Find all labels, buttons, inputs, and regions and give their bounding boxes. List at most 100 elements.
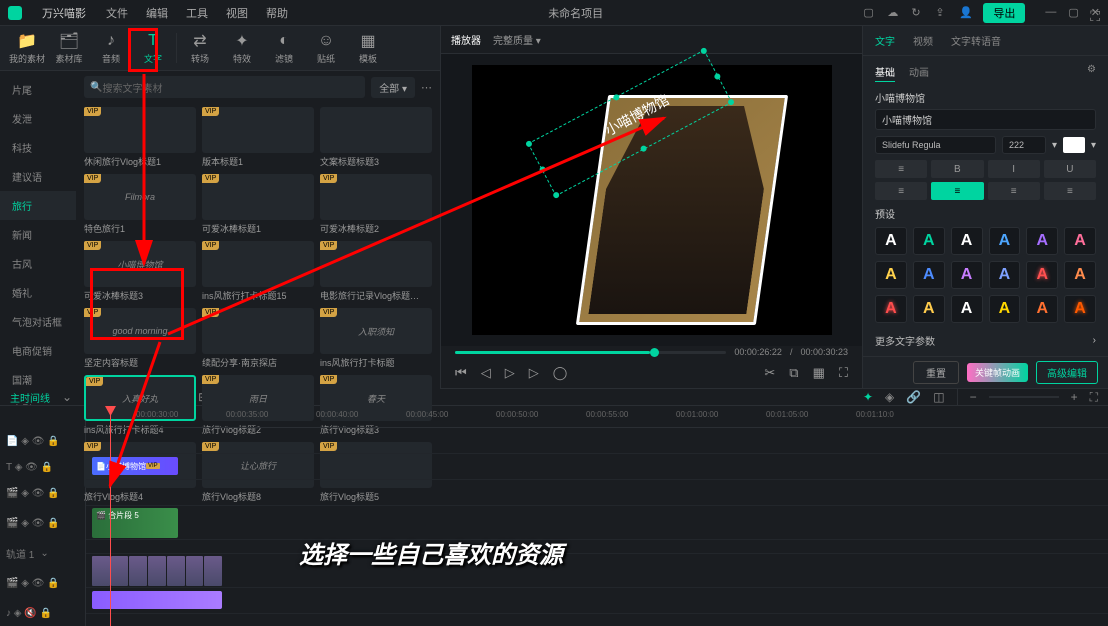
- menu-tools[interactable]: 工具: [186, 5, 208, 21]
- text-preset[interactable]: A: [913, 227, 945, 255]
- timeline-mode[interactable]: 主时间线: [10, 390, 50, 405]
- text-preset[interactable]: A: [951, 295, 983, 323]
- category-item[interactable]: 气泡对话框: [0, 307, 76, 336]
- category-item[interactable]: 新闻: [0, 220, 76, 249]
- text-preset[interactable]: A: [875, 227, 907, 255]
- font-size-select[interactable]: 222: [1002, 136, 1046, 154]
- category-item[interactable]: 片尾: [0, 75, 76, 104]
- text-preset[interactable]: A: [1026, 227, 1058, 255]
- history-icon[interactable]: ↻: [911, 6, 925, 20]
- audio-clip[interactable]: [92, 591, 222, 609]
- chevron-down-icon[interactable]: ⌄: [62, 390, 72, 404]
- time-ruler[interactable]: 00:00:30:0000:00:35:0000:00:40:0000:00:4…: [86, 406, 1108, 428]
- category-item[interactable]: 婚礼: [0, 278, 76, 307]
- category-item[interactable]: 科技: [0, 133, 76, 162]
- asset-item[interactable]: VIP可爱冰棒标题1: [202, 174, 314, 235]
- track-header-main[interactable]: 🎬 ◈ 👁 🔒: [0, 566, 85, 600]
- asset-item[interactable]: VIP入职须知ins风旅行打卡标题: [320, 308, 432, 369]
- menu-help[interactable]: 帮助: [266, 5, 288, 21]
- maximize-icon[interactable]: ▢: [1068, 6, 1078, 19]
- keyframe-animation-button[interactable]: 关键帧动画: [967, 363, 1028, 382]
- preview-canvas[interactable]: 小喵博物馆: [441, 54, 862, 346]
- asset-item[interactable]: 文案标题标题3: [320, 107, 432, 168]
- minimize-icon[interactable]: —: [1045, 6, 1056, 19]
- menu-view[interactable]: 视图: [226, 5, 248, 21]
- track-header-text2[interactable]: T ◈ 👁 🔒: [0, 454, 85, 480]
- inspector-tab-video[interactable]: 视频: [913, 33, 933, 48]
- track-header-video[interactable]: 🎬 ◈ 👁 🔒: [0, 506, 85, 540]
- asset-item[interactable]: VIP小喵博物馆可爱冰棒标题3: [84, 241, 196, 302]
- cloud-icon[interactable]: ☁: [887, 6, 901, 20]
- bold-button[interactable]: B: [931, 160, 983, 178]
- track-row[interactable]: [86, 540, 1108, 554]
- preview-tab-player[interactable]: 播放器: [451, 32, 481, 47]
- more-params-label[interactable]: 更多文字参数: [875, 333, 935, 348]
- asset-item[interactable]: VIP可爱冰棒标题2: [320, 174, 432, 235]
- progress-bar[interactable]: [455, 351, 726, 354]
- preview-quality-dropdown[interactable]: 完整质量 ▾: [493, 32, 541, 47]
- asset-item[interactable]: VIP休闲旅行Vlog标题1: [84, 107, 196, 168]
- font-family-select[interactable]: Slidefu Regula: [875, 136, 996, 154]
- tool-transition[interactable]: ⇄转场: [179, 26, 221, 70]
- asset-item[interactable]: VIP续配分享·南京探店: [202, 308, 314, 369]
- play-icon[interactable]: ▷: [505, 365, 515, 381]
- track-header-video2[interactable]: 🎬 ◈ 👁 🔒: [0, 480, 85, 506]
- text-preset[interactable]: A: [875, 295, 907, 323]
- menu-edit[interactable]: 编辑: [146, 5, 168, 21]
- track-row-audio[interactable]: [86, 588, 1108, 614]
- text-clip[interactable]: 📄 小喵博物馆 VIP: [92, 457, 178, 475]
- category-item[interactable]: 建议语: [0, 162, 76, 191]
- zoom-in-icon[interactable]: +: [1071, 390, 1078, 404]
- track-row-main[interactable]: [86, 554, 1108, 588]
- tool-effects[interactable]: ✦特效: [221, 26, 263, 70]
- track-row[interactable]: [86, 480, 1108, 506]
- ai-icon[interactable]: ✦: [863, 390, 873, 404]
- category-item[interactable]: 旅行: [0, 191, 76, 220]
- advanced-edit-button[interactable]: 高级编辑: [1036, 361, 1098, 384]
- track-row-video[interactable]: 🎬 合片段 5: [86, 506, 1108, 540]
- text-preset[interactable]: A: [1064, 295, 1096, 323]
- goto-start-icon[interactable]: ⏮: [455, 365, 467, 381]
- main-clip[interactable]: [92, 556, 222, 586]
- asset-item[interactable]: VIPFilmora特色旅行1: [84, 174, 196, 235]
- track-header-text[interactable]: 📄 ◈ 👁 🔒: [0, 428, 85, 454]
- category-item[interactable]: 古风: [0, 249, 76, 278]
- text-preset[interactable]: A: [951, 261, 983, 289]
- share-icon[interactable]: ⇪: [935, 6, 949, 20]
- halign-center-button[interactable]: ≡: [931, 182, 983, 200]
- compare-icon[interactable]: ⧉: [789, 365, 798, 381]
- crop-icon[interactable]: ✂: [764, 365, 775, 381]
- settings-icon[interactable]: ⚙: [1087, 64, 1096, 82]
- zoom-out-icon[interactable]: −: [970, 390, 977, 404]
- asset-item[interactable]: VIP电影旅行记录Vlog标题…: [320, 241, 432, 302]
- text-preset[interactable]: A: [989, 227, 1021, 255]
- fullscreen-icon[interactable]: ⛶: [839, 365, 848, 381]
- text-preset[interactable]: A: [1026, 261, 1058, 289]
- text-preset[interactable]: A: [1026, 295, 1058, 323]
- text-content-input[interactable]: [875, 109, 1096, 130]
- tool-stock[interactable]: 🗂素材库: [48, 26, 90, 70]
- track-header-audio[interactable]: ♪ ◈ 🔇 🔒: [0, 600, 85, 626]
- category-item[interactable]: 发泄: [0, 104, 76, 133]
- tool-audio[interactable]: ♪音频: [90, 26, 132, 70]
- text-preset[interactable]: A: [1064, 227, 1096, 255]
- fit-icon[interactable]: ⛶: [1090, 390, 1098, 405]
- tool-my-media[interactable]: 📁我的素材: [6, 26, 48, 70]
- prev-frame-icon[interactable]: ◁: [481, 365, 491, 381]
- subtab-animation[interactable]: 动画: [909, 64, 929, 82]
- stop-icon[interactable]: ◯: [553, 365, 568, 381]
- category-item[interactable]: 电商促销: [0, 336, 76, 365]
- export-button[interactable]: 导出: [983, 3, 1025, 23]
- align-left-button[interactable]: ≡: [875, 160, 927, 178]
- asset-item[interactable]: VIPgood morning坚定内容标题: [84, 308, 196, 369]
- halign-right-button[interactable]: ≡: [988, 182, 1040, 200]
- layout-icon[interactable]: ▢: [863, 6, 877, 20]
- color-picker-icon[interactable]: ▾: [1052, 140, 1057, 151]
- text-preset[interactable]: A: [951, 227, 983, 255]
- text-preset[interactable]: A: [875, 261, 907, 289]
- link-icon[interactable]: 🔗: [906, 390, 921, 404]
- tool-filters[interactable]: ◐滤镜: [263, 26, 305, 70]
- playhead[interactable]: [110, 406, 111, 626]
- text-preset[interactable]: A: [1064, 261, 1096, 289]
- menu-file[interactable]: 文件: [106, 5, 128, 21]
